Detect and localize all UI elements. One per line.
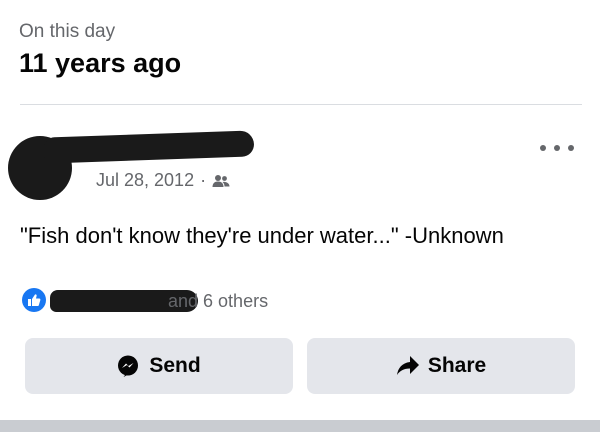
share-label: Share: [427, 354, 487, 377]
feed-separator: [0, 420, 600, 432]
post-header: Jul 28, 2012 ·: [0, 120, 600, 200]
post-text: "Fish don't know they're under water..."…: [20, 223, 504, 248]
share-button[interactable]: Share: [307, 338, 575, 394]
send-label: Send: [149, 354, 201, 377]
meta-separator: ·: [200, 170, 207, 190]
more-options-button[interactable]: [540, 138, 574, 158]
memory-header: On this day 11 years ago: [19, 20, 181, 80]
memory-label: On this day: [19, 21, 116, 42]
friends-icon: [212, 173, 230, 189]
author-name-redacted[interactable]: [43, 130, 255, 164]
memory-years-ago: 11 years ago: [19, 48, 182, 78]
more-dot: [568, 145, 574, 151]
share-arrow-icon: [396, 355, 419, 377]
post-meta: Jul 28, 2012 ·: [96, 170, 230, 191]
messenger-icon: [117, 355, 139, 377]
like-icon: [22, 288, 46, 312]
reaction-others-text: and 6 others: [168, 291, 269, 311]
send-button[interactable]: Send: [25, 338, 293, 394]
divider: [20, 104, 582, 105]
reactions-summary[interactable]: and 6 others: [22, 288, 422, 314]
more-dot: [540, 145, 546, 151]
post-date[interactable]: Jul 28, 2012: [96, 170, 194, 191]
more-dot: [554, 145, 560, 151]
